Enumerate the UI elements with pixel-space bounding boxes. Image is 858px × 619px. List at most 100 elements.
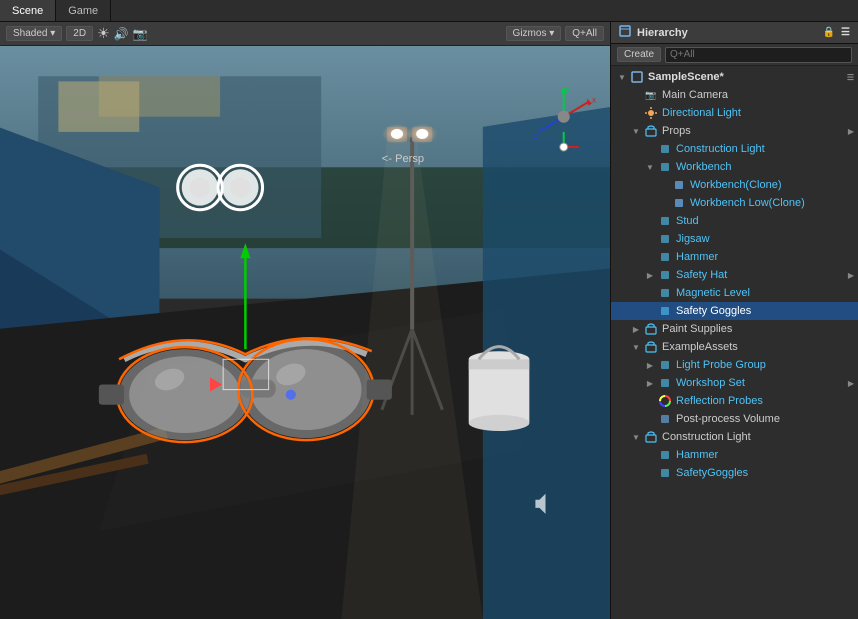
tab-game[interactable]: Game xyxy=(56,0,111,21)
scene-canvas: y x z xyxy=(0,46,610,619)
panel-menu-icon[interactable]: ☰ xyxy=(841,27,850,38)
const-light-1-label: Construction Light xyxy=(676,143,854,155)
sun-icon[interactable]: ☀ xyxy=(97,25,110,42)
tree-item-props[interactable]: ▼ Props ▶ xyxy=(611,122,858,140)
hierarchy-title: Hierarchy xyxy=(637,27,688,39)
wb-low-icon xyxy=(671,195,687,211)
camera-icon-tree: 📷 xyxy=(643,87,659,103)
panel-lock-icon[interactable]: 🔒 xyxy=(823,27,835,38)
safety-hat-label: Safety Hat xyxy=(676,269,848,281)
props-expand: ▶ xyxy=(848,127,854,136)
scene-root-expand: ☰ xyxy=(847,73,854,82)
tree-item-construction-light-1[interactable]: Construction Light xyxy=(611,140,858,158)
create-button[interactable]: Create xyxy=(617,47,661,62)
light-probe-arrow: ▶ xyxy=(643,361,657,370)
scene-root[interactable]: ▼ SampleScene* ☰ xyxy=(611,68,858,86)
gizmos-button[interactable]: Gizmos xyxy=(506,26,562,41)
hierarchy-icon xyxy=(619,25,631,40)
tree-item-hammer-2[interactable]: Hammer xyxy=(611,446,858,464)
tree-item-workbench[interactable]: ▼ Workbench xyxy=(611,158,858,176)
hammer1-label: Hammer xyxy=(676,251,854,263)
tab-game-label: Game xyxy=(68,5,98,17)
workshop-set-arrow: ▶ xyxy=(643,379,657,388)
tree-item-magnetic-level[interactable]: Magnetic Level xyxy=(611,284,858,302)
props-arrow: ▼ xyxy=(629,127,643,136)
post-process-label: Post-process Volume xyxy=(676,413,854,425)
viewport-toolbar: Shaded 2D ☀ 🔊 📷 Gizmos Q+All xyxy=(0,22,610,46)
dir-light-label: Directional Light xyxy=(662,107,854,119)
workshop-set-label: Workshop Set xyxy=(676,377,848,389)
post-process-icon xyxy=(657,411,673,427)
scene-root-arrow: ▼ xyxy=(615,73,629,82)
tree-item-workbench-low-clone[interactable]: Workbench Low(Clone) xyxy=(611,194,858,212)
tree-item-reflection-probes[interactable]: Reflection Probes xyxy=(611,392,858,410)
light-probe-icon xyxy=(657,357,673,373)
hammer1-icon xyxy=(657,249,673,265)
mag-level-label: Magnetic Level xyxy=(676,287,854,299)
stud-icon xyxy=(657,213,673,229)
workshop-set-expand: ▶ xyxy=(848,379,854,388)
jigsaw-icon xyxy=(657,231,673,247)
camera-icon[interactable]: 📷 xyxy=(133,27,148,41)
scene-viewport-svg: y x z xyxy=(0,46,610,619)
speaker-icon[interactable]: 🔊 xyxy=(114,27,129,41)
scene-root-label: SampleScene* xyxy=(648,71,847,83)
tree-item-example-assets[interactable]: ▼ ExampleAssets xyxy=(611,338,858,356)
reflection-label: Reflection Probes xyxy=(676,395,854,407)
hierarchy-tree[interactable]: ▼ SampleScene* ☰ 📷 Main Camera Directio xyxy=(611,66,858,619)
tree-item-workbench-clone[interactable]: Workbench(Clone) xyxy=(611,176,858,194)
const-light2-icon xyxy=(643,429,659,445)
safety-goggles2-icon xyxy=(657,465,673,481)
workbench-icon xyxy=(657,159,673,175)
viewport[interactable]: Shaded 2D ☀ 🔊 📷 Gizmos Q+All xyxy=(0,22,610,619)
jigsaw-label: Jigsaw xyxy=(676,233,854,245)
example-assets-icon xyxy=(643,339,659,355)
tree-item-stud[interactable]: Stud xyxy=(611,212,858,230)
paint-icon xyxy=(643,321,659,337)
reflection-icon xyxy=(657,393,673,409)
panel-toolbar: Create xyxy=(611,44,858,66)
dir-light-icon xyxy=(643,105,659,121)
wb-low-label: Workbench Low(Clone) xyxy=(690,197,854,209)
camera-label: Main Camera xyxy=(662,89,854,101)
safety-hat-icon xyxy=(657,267,673,283)
tab-scene[interactable]: Scene xyxy=(0,0,56,21)
safety-hat-arrow: ▶ xyxy=(643,271,657,280)
hammer2-label: Hammer xyxy=(676,449,854,461)
safety-goggles-icon xyxy=(657,303,673,319)
panel-header: Hierarchy 🔒 ☰ xyxy=(611,22,858,44)
quality-all-button[interactable]: Q+All xyxy=(565,26,604,41)
tree-item-hammer-1[interactable]: Hammer xyxy=(611,248,858,266)
svg-text:<- Persp: <- Persp xyxy=(382,153,424,165)
workbench-arrow: ▼ xyxy=(643,163,657,172)
safety-hat-expand: ▶ xyxy=(848,271,854,280)
main-content: Shaded 2D ☀ 🔊 📷 Gizmos Q+All xyxy=(0,22,858,619)
safety-goggles2-label: SafetyGoggles xyxy=(676,467,854,479)
svg-text:z: z xyxy=(533,132,537,141)
example-assets-arrow: ▼ xyxy=(629,343,643,352)
tree-item-safety-goggles-2[interactable]: SafetyGoggles xyxy=(611,464,858,482)
example-assets-label: ExampleAssets xyxy=(662,341,854,353)
2d-toggle[interactable]: 2D xyxy=(66,26,93,41)
mag-level-icon xyxy=(657,285,673,301)
shading-dropdown[interactable]: Shaded xyxy=(6,26,62,41)
tree-item-workshop-set[interactable]: ▶ Workshop Set ▶ xyxy=(611,374,858,392)
safety-goggles-label: Safety Goggles xyxy=(676,305,854,317)
hierarchy-search[interactable] xyxy=(665,47,852,63)
tree-item-safety-hat[interactable]: ▶ Safety Hat ▶ xyxy=(611,266,858,284)
light-probe-label: Light Probe Group xyxy=(676,359,854,371)
tree-item-main-camera[interactable]: 📷 Main Camera xyxy=(611,86,858,104)
stud-label: Stud xyxy=(676,215,854,227)
workshop-set-icon xyxy=(657,375,673,391)
const-light-icon xyxy=(657,141,673,157)
tree-item-directional-light[interactable]: Directional Light xyxy=(611,104,858,122)
tree-item-paint-supplies[interactable]: ▶ Paint Supplies xyxy=(611,320,858,338)
tree-item-jigsaw[interactable]: Jigsaw xyxy=(611,230,858,248)
tab-scene-label: Scene xyxy=(12,5,43,17)
tree-item-construction-light-2[interactable]: ▼ Construction Light xyxy=(611,428,858,446)
props-label: Props xyxy=(662,125,848,137)
const-light2-label: Construction Light xyxy=(662,431,854,443)
tree-item-light-probe-group[interactable]: ▶ Light Probe Group xyxy=(611,356,858,374)
tree-item-post-process[interactable]: Post-process Volume xyxy=(611,410,858,428)
tree-item-safety-goggles[interactable]: Safety Goggles xyxy=(611,302,858,320)
